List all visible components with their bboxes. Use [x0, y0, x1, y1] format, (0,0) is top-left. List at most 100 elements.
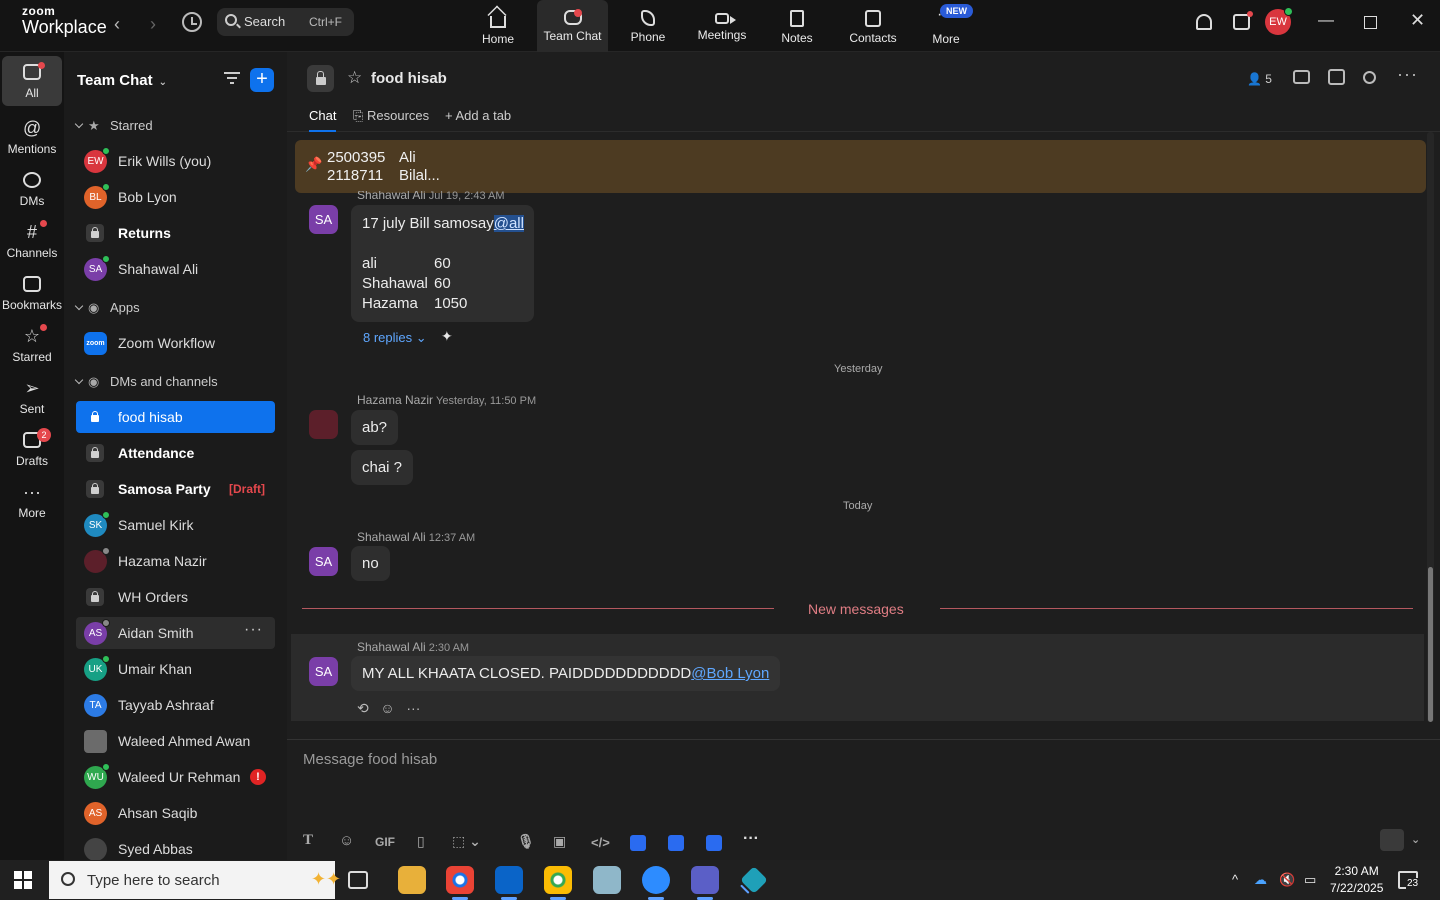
ai-summary-icon[interactable]: ✦ — [441, 328, 453, 345]
user-avatar[interactable]: EW — [1265, 7, 1293, 35]
sidebar-item-samuel-kirk[interactable]: SK Samuel Kirk — [76, 509, 275, 541]
forward-arrow-icon[interactable]: › — [150, 14, 156, 35]
zoom-taskbar-icon[interactable] — [642, 866, 670, 900]
sidebar-item-tayyab-ashraaf[interactable]: TA Tayyab Ashraaf — [76, 689, 275, 721]
rail-all[interactable]: All — [2, 56, 62, 106]
star-icon[interactable]: ☆ — [347, 68, 362, 88]
chrome-icon[interactable] — [446, 866, 474, 900]
chrome-profile-icon[interactable] — [544, 866, 572, 900]
taskbar-clock[interactable]: 2:30 AM 7/22/2025 — [1330, 863, 1383, 897]
windows-start-icon[interactable] — [14, 871, 32, 889]
app-diamond-icon[interactable] — [740, 866, 768, 894]
rail-dms[interactable]: DMs — [2, 164, 62, 214]
onedrive-icon[interactable]: ☁ — [1254, 872, 1267, 888]
mention-all[interactable]: @all — [493, 215, 524, 232]
rail-channels[interactable]: # Channels — [2, 216, 62, 266]
rail-mentions[interactable]: @ Mentions — [2, 112, 62, 162]
history-icon[interactable] — [182, 12, 202, 32]
message-input[interactable]: Message food hisab — [303, 751, 437, 768]
sidebar-item-bob-lyon[interactable]: BL Bob Lyon — [76, 181, 275, 213]
scrollbar-thumb[interactable] — [1428, 567, 1433, 722]
sidebar-item-shahawal-ali[interactable]: SA Shahawal Ali — [76, 253, 275, 285]
sidebar-item-samosa-party[interactable]: Samosa Party [Draft] — [76, 473, 275, 505]
sidebar-item-umair-khan[interactable]: UK Umair Khan — [76, 653, 275, 685]
outlook-icon[interactable] — [495, 866, 523, 900]
app-icon[interactable] — [593, 866, 621, 894]
search-icon[interactable] — [1363, 71, 1376, 84]
mention-bob-lyon[interactable]: @Bob Lyon — [691, 665, 769, 682]
section-apps[interactable]: ◉ Apps — [74, 300, 140, 320]
sidebar-item-aidan-smith[interactable]: AS Aidan Smith ··· — [76, 617, 275, 649]
teams-icon[interactable] — [691, 866, 719, 900]
sidebar-item-attendance[interactable]: Attendance — [76, 437, 275, 469]
sidebar-title[interactable]: Team Chat ⌄ — [77, 72, 167, 89]
more-options-icon[interactable]: ··· — [406, 700, 420, 716]
message-bubble[interactable]: ab? — [351, 410, 399, 445]
filter-icon[interactable] — [224, 72, 240, 85]
avatar[interactable]: SA — [309, 547, 338, 576]
channel-title[interactable]: food hisab — [371, 70, 447, 87]
message-bubble[interactable]: MY ALL KHAATA CLOSED. PAIDDDDDDDDDDD@Bob… — [351, 656, 781, 691]
screenshot-icon[interactable]: ⬚ ⌄ — [452, 833, 481, 850]
taskbar-search[interactable]: Type here to search ✦✦ — [49, 861, 341, 899]
file-explorer-icon[interactable] — [398, 866, 426, 894]
message-bubble[interactable]: chai ? — [351, 450, 414, 485]
app-3-icon[interactable] — [706, 835, 722, 851]
bell-icon[interactable] — [1196, 14, 1212, 30]
sidebar-item-returns[interactable]: Returns — [76, 217, 275, 249]
file-icon[interactable]: ▯ — [417, 833, 425, 850]
new-chat-button[interactable]: + — [250, 68, 274, 92]
text-format-icon[interactable]: T — [303, 832, 313, 849]
rail-drafts[interactable]: 2 Drafts — [2, 424, 62, 474]
tab-notes[interactable]: Notes — [770, 0, 824, 52]
notification-center-icon[interactable]: 23 — [1398, 871, 1420, 889]
send-button[interactable] — [1380, 829, 1404, 851]
search-box[interactable]: Search Ctrl+F — [217, 8, 354, 36]
task-view-icon[interactable] — [348, 871, 368, 889]
members-count[interactable]: 👤 5 — [1247, 72, 1272, 86]
back-arrow-icon[interactable]: ‹ — [114, 14, 120, 35]
microphone-icon[interactable]: 🎙 — [517, 833, 535, 850]
more-options-icon[interactable]: ··· — [743, 830, 759, 848]
section-dms-and-channels[interactable]: ◉ DMs and channels — [74, 374, 218, 394]
rail-more[interactable]: ··· More — [2, 476, 62, 526]
gif-icon[interactable]: GIF — [375, 835, 395, 849]
tab-chat[interactable]: Chat — [309, 108, 337, 132]
sidebar-item-zoom-workflow[interactable]: zoom Zoom Workflow — [76, 327, 275, 359]
sidebar-item-hazama-nazir[interactable]: Hazama Nazir — [76, 545, 275, 577]
avatar[interactable]: SA — [309, 657, 338, 686]
sidebar-item-wh-orders[interactable]: WH Orders — [76, 581, 275, 613]
network-icon[interactable]: ▭ — [1304, 872, 1316, 888]
pinned-message-banner[interactable]: 📌 2500395 2118711 Ali Bilal... — [295, 140, 1426, 193]
calendar-icon[interactable] — [1233, 11, 1253, 30]
volume-icon[interactable]: 🔇 — [1279, 872, 1295, 888]
close-icon[interactable]: ✕ — [1410, 10, 1425, 31]
app-1-icon[interactable] — [630, 835, 646, 851]
replies-link[interactable]: 8 replies ⌄ — [363, 330, 427, 346]
rail-bookmarks[interactable]: Bookmarks — [2, 268, 62, 318]
tab-team-chat[interactable]: Team Chat — [537, 0, 608, 52]
tab-add[interactable]: + Add a tab — [445, 108, 511, 132]
sidebar-item-waleed-ur-rehman[interactable]: WU Waleed Ur Rehman ! — [76, 761, 275, 793]
rail-starred[interactable]: ☆ Starred — [2, 320, 62, 370]
sidebar-item-ahsan-saqib[interactable]: AS Ahsan Saqib — [76, 797, 275, 829]
tab-phone[interactable]: Phone — [620, 0, 676, 52]
tab-home[interactable]: Home — [470, 0, 526, 52]
avatar[interactable]: SA — [309, 205, 338, 234]
tab-contacts[interactable]: Contacts — [842, 0, 904, 52]
chevron-up-icon[interactable]: ^ — [1232, 872, 1238, 887]
sidebar-item-erik-wills[interactable]: EW Erik Wills (you) — [76, 145, 275, 177]
minimize-icon[interactable]: — — [1318, 12, 1334, 30]
message-bubble[interactable]: 17 july Bill samosay@all ali 60 Shahawal 6… — [351, 205, 534, 322]
maximize-icon[interactable] — [1364, 16, 1377, 29]
emoji-reaction-icon[interactable]: ☺ — [380, 700, 394, 716]
chevron-down-icon[interactable]: ⌄ — [1411, 833, 1420, 846]
reply-icon[interactable]: ⟲ — [357, 700, 369, 716]
calendar-icon[interactable] — [1328, 69, 1345, 85]
video-message-icon[interactable]: ▣ — [553, 833, 566, 850]
sidebar-item-syed-abbas[interactable]: Syed Abbas — [76, 833, 275, 860]
section-starred[interactable]: ★ Starred — [74, 118, 153, 138]
sidebar-item-waleed-ahmed-awan[interactable]: Waleed Ahmed Awan — [76, 725, 275, 757]
tab-meetings[interactable]: Meetings — [690, 0, 754, 52]
emoji-icon[interactable]: ☺ — [339, 832, 354, 849]
